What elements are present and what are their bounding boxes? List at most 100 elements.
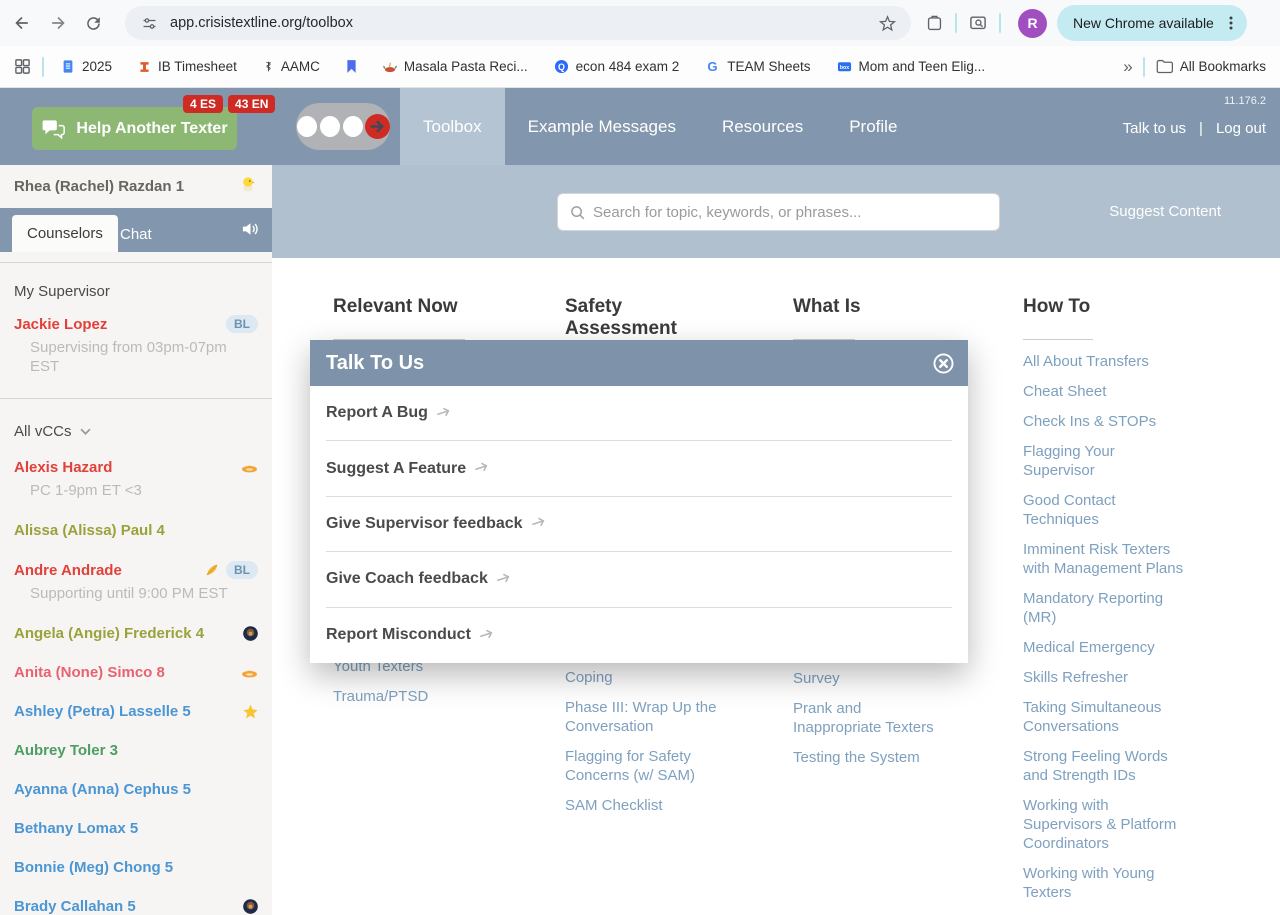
bookmark-item[interactable]: G TEAM Sheets [705,59,811,74]
bookmark-item[interactable]: Masala Pasta Reci... [383,59,528,74]
content-link[interactable]: Coping [565,668,733,687]
modal-item-label: Give Supervisor feedback [326,514,523,532]
site-settings-icon[interactable] [141,15,158,32]
content-link[interactable]: All About Transfers [1023,352,1185,371]
content-link[interactable]: Skills Refresher [1023,668,1185,687]
content-link[interactable]: Trauma/PTSD [333,687,483,706]
chat-bubbles-icon [41,119,66,139]
content-link[interactable]: Working with Young Texters [1023,864,1185,902]
reload-icon[interactable] [84,14,103,33]
modal-item-report-a-bug[interactable]: Report A Bug [326,386,952,442]
supervisor-item[interactable]: Jackie Lopez BL Supervising from 03pm-07… [14,315,260,376]
all-bookmarks-button[interactable]: All Bookmarks [1180,59,1266,74]
nav-tab-toolbox[interactable]: Toolbox [400,88,505,165]
counselor-name[interactable]: Ayanna (Anna) Cephus 5 [14,781,191,798]
modal-item-label: Give Coach feedback [326,570,488,588]
counselor-item[interactable]: Ayanna (Anna) Cephus 5 [14,781,260,798]
counselor-name[interactable]: Ashley (Petra) Lasselle 5 [14,703,191,720]
modal-item-give-coach-feedback[interactable]: Give Coach feedback [326,552,952,608]
bookmark-list: 2025 IB Timesheet AAMC Masala Pasta Reci...… [61,59,985,74]
modal-item-give-supervisor-feedback[interactable]: Give Supervisor feedback [326,497,952,553]
content-link[interactable]: Cheat Sheet [1023,382,1185,401]
counselor-name[interactable]: Alissa (Alissa) Paul 4 [14,522,165,539]
counselor-item[interactable]: Angela (Angie) Frederick 4 [14,625,260,642]
tab-counselors[interactable]: Counselors [12,215,118,252]
counselor-item[interactable]: Ashley (Petra) Lasselle 5 [14,703,260,720]
all-vccs-label: All vCCs [14,423,72,440]
counselor-item[interactable]: Bonnie (Meg) Chong 5 [14,859,260,876]
bookmark-star-icon[interactable] [878,14,897,33]
suggest-content-button[interactable]: Suggest Content [1109,203,1221,220]
tab-chat[interactable]: Chat [120,226,152,243]
counselor-item[interactable]: Andre Andrade BL Supporting until 9:00 PM … [14,561,260,603]
content-link[interactable]: Flagging Your Supervisor [1023,442,1185,480]
counselor-name[interactable]: Alexis Hazard [14,459,112,476]
content-link[interactable]: Strong Feeling Words and Strength IDs [1023,747,1185,785]
back-icon[interactable] [12,13,32,33]
content-link[interactable]: Flagging for Safety Concerns (w/ SAM) [565,747,733,785]
nav-tab-resources[interactable]: Resources [699,88,826,165]
search-input[interactable] [593,203,999,221]
content-link[interactable]: Prank and Inappropriate Texters [793,699,949,737]
chevron-down-icon [79,428,91,435]
content-link[interactable]: Medical Emergency [1023,638,1185,657]
content-link[interactable]: Working with Supervisors & Platform Coor… [1023,796,1185,853]
search-box[interactable] [557,193,1000,231]
content-link[interactable]: Good Contact Techniques [1023,491,1185,529]
bookmarks-overflow-icon[interactable]: » [1123,57,1133,77]
sidebar-tabs: Counselors Chat [0,208,272,252]
counselor-name[interactable]: Bethany Lomax 5 [14,820,138,837]
bookmark-item[interactable]: 2025 [61,59,112,74]
modal-item-report-misconduct[interactable]: Report Misconduct [326,608,952,663]
browser-toolbar: app.crisistextline.org/toolbox R New Chr… [0,0,1280,46]
counselor-item[interactable]: Anita (None) Simco 8 [14,664,260,681]
tab-search-icon[interactable] [968,13,988,33]
talk-to-us-link[interactable]: Talk to us [1123,120,1186,137]
bookmark-item[interactable]: AAMC [263,59,320,74]
speaker-icon[interactable] [241,221,260,237]
kebab-menu-icon[interactable] [1223,15,1239,31]
apps-grid-icon[interactable] [14,58,31,75]
content-link[interactable]: Taking Simultaneous Conversations [1023,698,1185,736]
bookmark-item[interactable] [346,59,357,74]
address-bar[interactable]: app.crisistextline.org/toolbox [125,6,911,40]
counselor-name[interactable]: Angela (Angie) Frederick 4 [14,625,204,642]
url-text: app.crisistextline.org/toolbox [170,15,353,31]
content-link[interactable]: Mandatory Reporting (MR) [1023,589,1185,627]
extensions-icon[interactable] [925,14,944,33]
bookmark-item[interactable]: box Mom and Teen Elig... [837,59,985,74]
help-another-texter-button[interactable]: Help Another Texter [32,107,237,150]
bookmark-item[interactable]: Qecon 484 exam 2 [554,59,679,74]
folder-icon [1156,59,1173,74]
counselor-item[interactable]: Aubrey Toler 3 [14,742,260,759]
counselor-item[interactable]: Alissa (Alissa) Paul 4 [14,522,260,539]
content-link[interactable]: Survey [793,669,949,688]
profile-avatar[interactable]: R [1018,8,1047,38]
counselor-name[interactable]: Bonnie (Meg) Chong 5 [14,859,173,876]
content-link[interactable]: Testing the System [793,748,949,767]
counselor-name[interactable]: Anita (None) Simco 8 [14,664,165,681]
content-link[interactable]: Phase III: Wrap Up the Conversation [565,698,733,736]
log-out-link[interactable]: Log out [1216,120,1266,137]
forward-icon[interactable] [48,13,68,33]
content-link[interactable]: Imminent Risk Texters with Management Pl… [1023,540,1185,578]
slot-dot [343,116,363,137]
counselor-item[interactable]: Bethany Lomax 5 [14,820,260,837]
counselor-name[interactable]: Andre Andrade [14,562,122,579]
close-icon[interactable] [933,353,954,374]
counselor-item[interactable]: Brady Callahan 5 [14,898,260,915]
supervisor-name[interactable]: Jackie Lopez [14,316,107,333]
chrome-update-button[interactable]: New Chrome available [1057,5,1247,41]
content-link[interactable]: Check Ins & STOPs [1023,412,1185,431]
nav-tab-example-messages[interactable]: Example Messages [505,88,699,165]
counselor-name[interactable]: Aubrey Toler 3 [14,742,118,759]
content-link[interactable]: SAM Checklist [565,796,733,815]
all-vccs-toggle[interactable]: All vCCs [14,399,260,440]
counselor-name[interactable]: Brady Callahan 5 [14,898,136,915]
slot-arrow-icon[interactable] [365,114,390,139]
bookmark-item[interactable]: IB Timesheet [138,59,237,74]
column-heading: What Is [793,296,861,317]
nav-tab-profile[interactable]: Profile [826,88,920,165]
modal-item-suggest-a-feature[interactable]: Suggest A Feature [326,441,952,497]
counselor-item[interactable]: Alexis Hazard PC 1-9pm ET <3 [14,459,260,500]
